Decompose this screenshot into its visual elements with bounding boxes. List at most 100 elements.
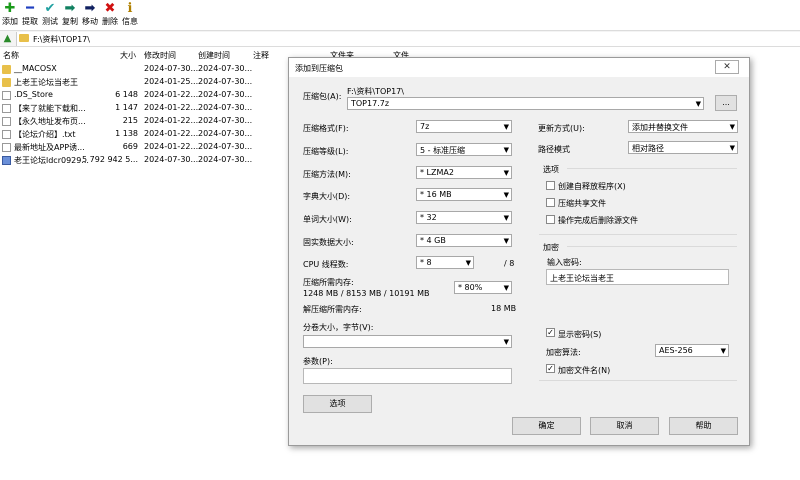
mem-label: 压缩所需内存: [303,278,354,287]
list-item[interactable]: __MACOSX 2024-07-30... 2024-07-30... [0,63,300,76]
col-created[interactable]: 创建时间 [198,50,230,61]
list-item[interactable]: .DS_Store 6 148 2024-01-22... 2024-07-30… [0,89,300,102]
chevron-down-icon: ▼ [729,144,735,152]
address-path: F:\资料\TOP17\ [33,35,90,44]
pathmode-select[interactable]: 相对路径 ▼ [628,141,738,154]
cancel-button[interactable]: 取消 [590,417,659,435]
method-select[interactable]: * LZMA2 ▼ [416,166,512,179]
split-select[interactable]: ▼ [303,335,512,348]
options-group-bottom [539,234,737,235]
encrypt-names-label: 加密文件名(N) [558,366,611,375]
format-label: 压缩格式(F): [303,124,349,133]
help-button[interactable]: 帮助 [669,417,738,435]
method-label: 压缩方法(M): [303,170,351,179]
solid-label: 固实数据大小: [303,238,354,247]
encrypt-group-divider [567,246,737,247]
dialog-titlebar: 添加到压缩包 ✕ [289,58,749,77]
params-input[interactable] [303,368,512,384]
col-name[interactable]: 名称 [3,50,19,61]
shared-label: 压缩共享文件 [558,199,606,208]
encrypt-group-label: 加密 [543,243,559,252]
delete-after-checkbox[interactable] [546,215,555,224]
options-button[interactable]: 选项 [303,395,372,413]
delete-after-label: 操作完成后删除源文件 [558,216,638,225]
sfx-checkbox[interactable] [546,181,555,190]
chevron-down-icon: ▼ [503,146,509,154]
chevron-down-icon: ▼ [503,237,509,245]
file-modified: 2024-01-22... [144,142,199,151]
update-value: 添加并替换文件 [632,123,688,132]
up-folder-icon[interactable]: ▲ [1,32,14,45]
col-modified[interactable]: 修改时间 [144,50,176,61]
password-input[interactable]: 上老王论坛当老王 [546,269,729,285]
file-name: 【永久地址发布页... [14,117,86,126]
password-value: 上老王论坛当老王 [550,274,614,283]
file-icon [2,130,11,139]
file-created: 2024-07-30... [198,90,253,99]
decomp-label: 解压缩所需内存: [303,305,362,314]
chevron-down-icon: ▼ [465,259,471,267]
list-item[interactable]: 最新地址及APP诱... 669 2024-01-22... 2024-07-3… [0,141,300,154]
file-name: 上老王论坛当老王 [14,78,78,87]
file-created: 2024-07-30... [198,77,253,86]
dict-select[interactable]: * 16 MB ▼ [416,188,512,201]
format-select[interactable]: 7z ▼ [416,120,512,133]
extract-icon: ━ [26,1,34,16]
file-size: 5 792 942 5... [82,155,138,164]
shared-checkbox[interactable] [546,198,555,207]
file-name: 【来了就能下载和... [14,104,86,113]
toolbar: ✚ 添加 ━ 提取 ✔ 测试 ➡ 复制 ➡ 移动 ✖ 删除 ℹ 信息 [0,0,800,30]
folder-icon [19,34,29,42]
file-name: .DS_Store [14,90,53,99]
word-select[interactable]: * 32 ▼ [416,211,512,224]
chevron-down-icon: ▼ [503,169,509,177]
file-icon [2,91,11,100]
file-name: __MACOSX [14,64,57,73]
chevron-down-icon: ▼ [695,100,701,108]
level-select[interactable]: 5 - 标准压缩 ▼ [416,143,512,156]
dialog-title: 添加到压缩包 [295,64,343,73]
mem-select[interactable]: * 80% ▼ [454,281,512,294]
close-button[interactable]: ✕ [715,60,739,74]
file-size: 6 148 [115,90,138,99]
dict-label: 字典大小(D): [303,192,351,201]
browse-button[interactable]: ... [715,95,737,111]
dict-value: * 16 MB [420,190,452,199]
threads-value: * 8 [420,258,432,267]
list-item[interactable]: 【永久地址发布页... 215 2024-01-22... 2024-07-30… [0,115,300,128]
file-size: 1 147 [115,103,138,112]
encrypt-group-bottom [539,380,737,381]
file-modified: 2024-01-25... [144,77,199,86]
file-modified: 2024-01-22... [144,103,199,112]
solid-value: * 4 GB [420,236,446,245]
file-created: 2024-07-30... [198,129,253,138]
show-password-label: 显示密码(S) [558,330,602,339]
list-item[interactable]: 老王论坛ldcr0929... 5 792 942 5... 2024-07-3… [0,154,300,167]
list-item[interactable]: 【来了就能下载和... 1 147 2024-01-22... 2024-07-… [0,102,300,115]
list-item[interactable]: 上老王论坛当老王 2024-01-25... 2024-07-30... [0,76,300,89]
threads-select[interactable]: * 8 ▼ [416,256,474,269]
archive-icon [2,156,11,165]
file-size: 215 [122,116,138,125]
col-comment[interactable]: 注释 [253,50,269,61]
format-value: 7z [420,122,430,131]
chevron-down-icon: ▼ [503,214,509,222]
ok-button[interactable]: 确定 [512,417,581,435]
options-group-divider [567,168,737,169]
list-item[interactable]: 【论坛介绍】.txt 1 138 2024-01-22... 2024-07-3… [0,128,300,141]
info-button[interactable]: ℹ 信息 [120,1,140,29]
password-label: 输入密码: [547,258,582,267]
chevron-down-icon: ▼ [503,123,509,131]
mem-detail: 1248 MB / 8153 MB / 10191 MB [303,289,430,298]
address-field[interactable]: F:\资料\TOP17\ [16,32,800,46]
col-size[interactable]: 大小 [120,50,136,61]
enc-method-select[interactable]: AES-256 ▼ [655,344,729,357]
update-select[interactable]: 添加并替换文件 ▼ [628,120,738,133]
file-created: 2024-07-30... [198,155,253,164]
file-size: 1 138 [115,129,138,138]
solid-select[interactable]: * 4 GB ▼ [416,234,512,247]
folder-icon [2,65,11,74]
show-password-checkbox[interactable]: ✓ [546,328,555,337]
archive-name-combo[interactable]: TOP17.7z ▼ [347,97,704,110]
encrypt-names-checkbox[interactable]: ✓ [546,364,555,373]
